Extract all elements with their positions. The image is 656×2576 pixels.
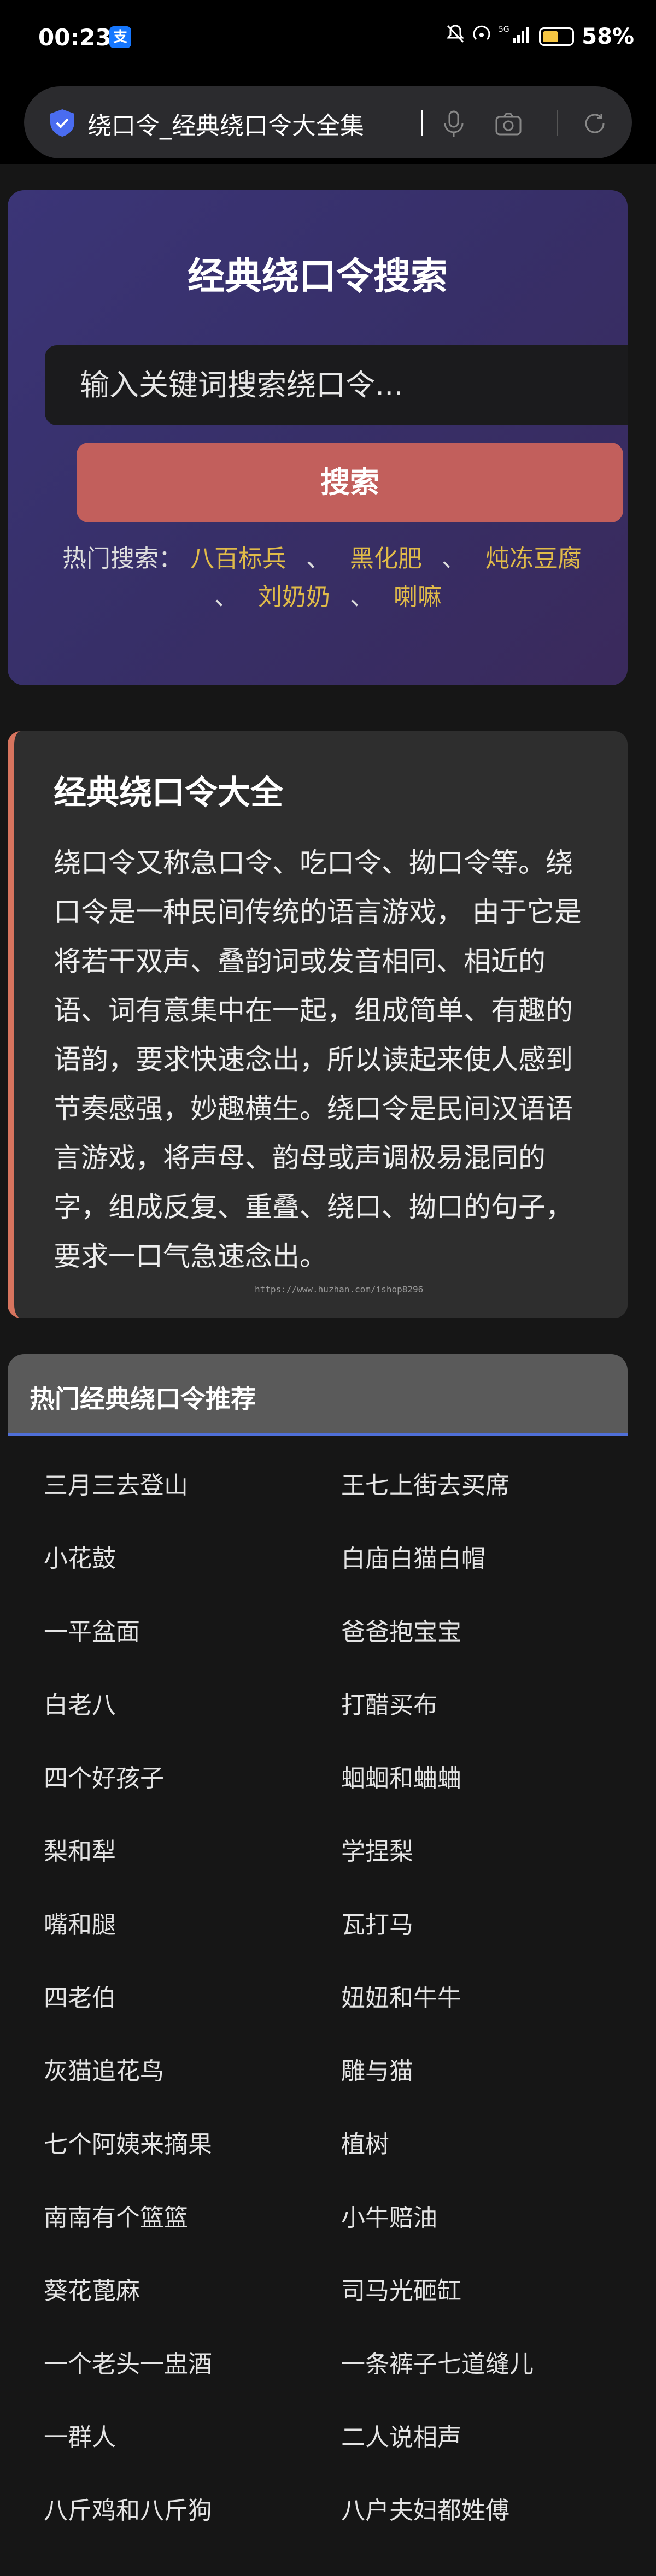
shield-icon [48,108,77,138]
list-item[interactable]: 梨和犁 [44,1832,116,1867]
list-item[interactable]: 二人说相声 [341,2418,461,2453]
list-item[interactable]: 小花鼓 [44,1539,116,1574]
status-bar: 00:23 支 5G 58% [0,0,656,82]
list-item[interactable]: 打醋买布 [341,1685,437,1720]
browser-toolbar: 绕口令_经典绕口令大全集 [0,82,656,164]
list-item[interactable]: 八斤鸡和八斤狗 [44,2491,212,2526]
list-item[interactable]: 爸爸抱宝宝 [341,1612,461,1647]
list-item[interactable]: 一个老头一盅酒 [44,2344,212,2379]
list-item[interactable]: 灰猫追花鸟 [44,2051,164,2086]
toolbar-divider [557,110,558,136]
hotspot-icon [472,24,491,49]
hot-separator: 、 [350,583,374,611]
camera-icon[interactable] [492,107,525,140]
status-icons: 5G 58% [446,24,634,49]
list-item[interactable]: 瓦打马 [341,1905,413,1940]
search-button[interactable]: 搜索 [77,443,623,522]
status-time: 00:23 [38,24,112,51]
hot-link-heihuafei[interactable]: 黑化肥 [350,545,422,573]
search-input[interactable]: 输入关键词搜索绕口令... [45,345,628,425]
recommend-header: 热门经典绕口令推荐 [8,1354,628,1436]
battery-icon [539,27,575,46]
refresh-icon[interactable] [578,107,611,140]
hot-link-dundongdoufu[interactable]: 炖冻豆腐 [485,545,582,573]
address-bar[interactable]: 绕口令_经典绕口令大全集 [24,86,632,158]
list-item[interactable]: 七个阿姨来摘果 [44,2125,212,2160]
list-item[interactable]: 学捏梨 [341,1832,413,1867]
list-item[interactable]: 一群人 [44,2418,116,2453]
battery-percent: 58% [582,24,634,49]
search-card: 经典绕口令搜索 输入关键词搜索绕口令... 搜索 热门搜索： 八百标兵 、 黑化… [8,190,628,685]
mute-icon [446,24,465,49]
network-label: 5G [499,25,509,34]
list-item[interactable]: 白老八 [44,1685,116,1720]
hot-separator: 、 [442,545,466,573]
hot-search-label: 热门搜索： [62,545,183,573]
alipay-icon: 支 [109,26,131,48]
hot-separator: 、 [306,545,330,573]
text-cursor [421,110,423,136]
list-item[interactable]: 小牛赔油 [341,2198,437,2233]
list-item[interactable]: 司马光砸缸 [341,2271,461,2306]
list-item[interactable]: 王七上街去买席 [341,1466,509,1501]
list-item[interactable]: 四老伯 [44,1978,116,2013]
intro-card: 经典绕口令大全 绕口令又称急口令、吃口令、拗口令等。绕口令是一种民间传统的语言游… [8,731,628,1318]
list-item[interactable]: 一平盆面 [44,1612,140,1647]
microphone-icon[interactable] [437,107,470,140]
list-item[interactable]: 嘴和腿 [44,1905,116,1940]
intro-title: 经典绕口令大全 [54,774,283,812]
list-item[interactable]: 一条裤子七道缝儿 [341,2344,534,2379]
list-item[interactable]: 雕与猫 [341,2051,413,2086]
intro-text: 绕口令又称急口令、吃口令、拗口令等。绕口令是一种民间传统的语言游戏， 由于它是将… [54,847,582,1272]
hot-link-babaibiaobing[interactable]: 八百标兵 [190,545,286,573]
list-item[interactable]: 植树 [341,2125,389,2160]
address-text[interactable]: 绕口令_经典绕口令大全集 [87,106,364,141]
list-item[interactable]: 八户夫妇都姓傅 [341,2491,509,2526]
hot-link-lama[interactable]: 喇嘛 [394,583,442,611]
list-item[interactable]: 蛔蛔和蛐蛐 [341,1758,461,1793]
hot-link-liunainai[interactable]: 刘奶奶 [258,583,330,611]
search-title: 经典绕口令搜索 [187,255,448,298]
recommend-header-title: 热门经典绕口令推荐 [30,1384,256,1414]
list-item[interactable]: 南南有个篮篮 [44,2198,188,2233]
list-item[interactable]: 葵花蓖麻 [44,2271,140,2306]
hot-separator: 、 [214,583,238,611]
list-item[interactable]: 白庙白猫白帽 [341,1539,485,1574]
hot-search: 热门搜索： 八百标兵 、 黑化肥 、 炖冻豆腐 、 刘奶奶 、 喇嘛 [40,540,604,616]
watermark-text: https://www.huzhan.com/ishop8296 [255,1284,424,1295]
list-item[interactable]: 四个好孩子 [44,1758,164,1793]
signal-icon: 5G [499,24,531,49]
list-item[interactable]: 妞妞和牛牛 [341,1978,461,2013]
list-item[interactable]: 三月三去登山 [44,1466,188,1501]
